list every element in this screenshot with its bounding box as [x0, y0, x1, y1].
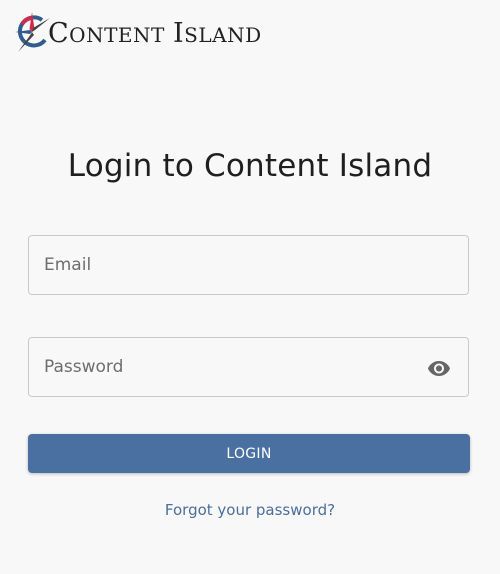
page-title: Login to Content Island	[67, 148, 433, 184]
forgot-password-link[interactable]: Forgot your password?	[0, 501, 500, 519]
brand-word-sland: SLAND	[184, 22, 262, 47]
brand-letter-c: C	[48, 17, 70, 49]
password-field-container	[28, 337, 469, 397]
brand-name: CONTENT ISLAND	[48, 18, 262, 49]
password-input[interactable]	[29, 338, 468, 396]
email-input[interactable]	[29, 236, 468, 294]
brand-logo: CONTENT ISLAND	[12, 10, 262, 54]
brand-word-ontent: ONTENT	[69, 22, 165, 47]
login-button[interactable]: LOGIN	[28, 434, 470, 473]
eye-icon[interactable]	[426, 355, 452, 381]
compass-star-logo-icon	[15, 12, 50, 52]
email-field-container	[28, 235, 469, 295]
brand-letter-i: I	[173, 17, 185, 49]
